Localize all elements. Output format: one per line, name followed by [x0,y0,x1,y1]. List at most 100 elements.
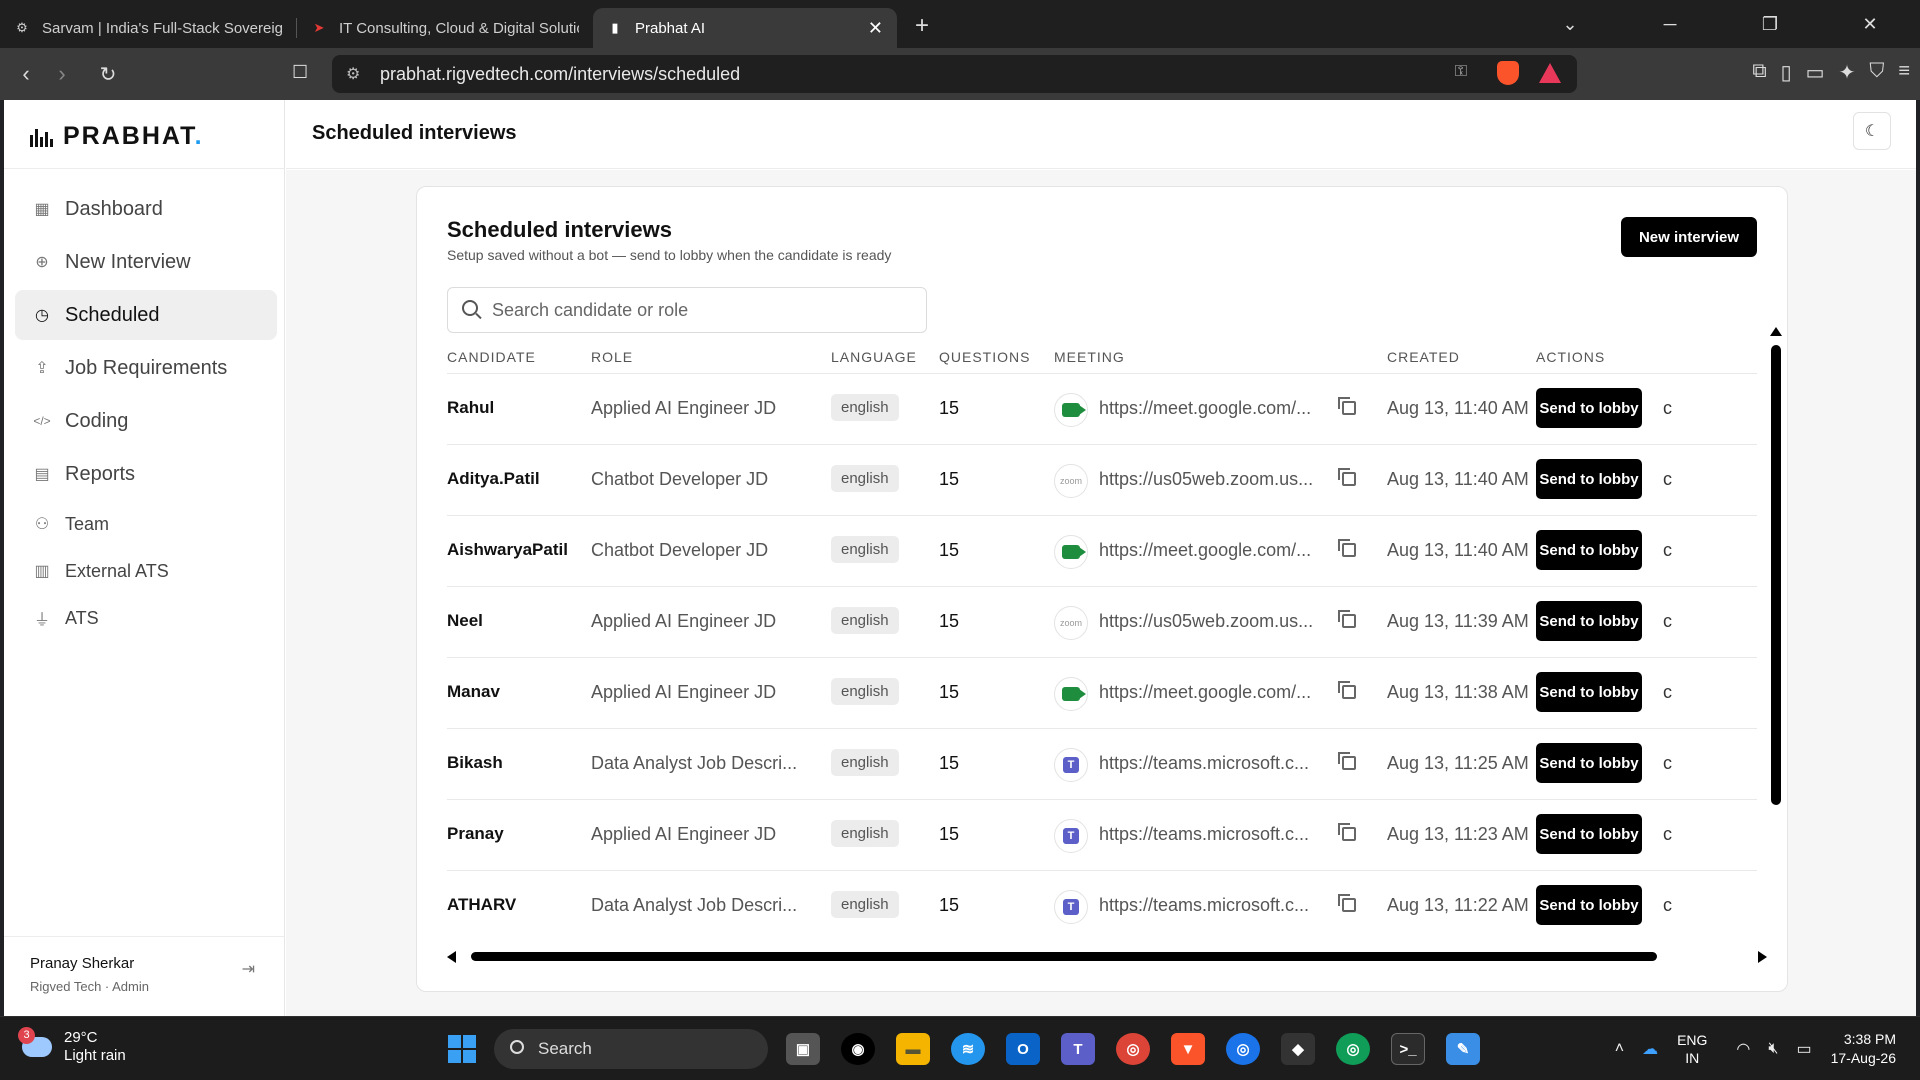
extensions-icon[interactable]: ⧉ [1752,60,1766,85]
send-to-lobby-button[interactable]: Send to lobby [1536,885,1642,925]
cube-icon[interactable]: ◆ [1281,1033,1315,1065]
new-tab-button[interactable]: + [915,12,929,40]
reload-icon[interactable]: ↻ [90,62,126,87]
tab-prabhat[interactable]: ▮ Prabhat AI ✕ [593,8,897,48]
paint-icon[interactable]: ✎ [1446,1033,1480,1065]
more-actions-icon[interactable]: c [1663,469,1672,490]
terminal-icon[interactable]: >_ [1391,1033,1425,1065]
chrome-icon[interactable]: ◎ [1116,1033,1150,1065]
meeting-link[interactable]: https://meet.google.com/... [1099,682,1311,703]
vertical-scrollbar[interactable] [1769,327,1783,839]
send-to-lobby-button[interactable]: Send to lobby [1536,743,1642,783]
more-actions-icon[interactable]: c [1663,895,1672,916]
brand[interactable]: PRABHAT. [30,122,204,151]
meeting-link[interactable]: https://meet.google.com/... [1099,398,1311,419]
meeting-link[interactable]: https://us05web.zoom.us... [1099,611,1313,632]
tab-sarvam[interactable]: ⚙ Sarvam | India's Full-Stack Sovereign [0,8,296,48]
outlook-icon[interactable]: O [1006,1033,1040,1065]
more-actions-icon[interactable]: c [1663,682,1672,703]
theme-toggle-button[interactable]: ☾ [1853,112,1891,150]
send-to-lobby-button[interactable]: Send to lobby [1536,601,1642,641]
send-to-lobby-button[interactable]: Send to lobby [1536,814,1642,854]
copy-icon[interactable] [1338,681,1356,699]
meeting-link[interactable]: https://meet.google.com/... [1099,540,1311,561]
more-actions-icon[interactable]: c [1663,540,1672,561]
address-bar[interactable]: ⚙ prabhat.rigvedtech.com/interviews/sche… [332,55,1577,93]
password-key-icon[interactable]: ⚿ [1455,63,1467,81]
sidebar-item-job-requirements[interactable]: ⇪ Job Requirements [15,343,277,393]
copy-icon[interactable] [1338,752,1356,770]
more-actions-icon[interactable]: c [1663,753,1672,774]
new-interview-button[interactable]: New interview [1621,217,1757,257]
logout-icon[interactable]: ⇥ [242,959,255,979]
chevron-up-icon[interactable]: ˄ [1615,1040,1624,1058]
scroll-up-icon[interactable] [1770,327,1782,336]
copy-icon[interactable] [1338,397,1356,415]
more-actions-icon[interactable]: c [1663,824,1672,845]
more-actions-icon[interactable]: c [1663,611,1672,632]
send-to-lobby-button[interactable]: Send to lobby [1536,459,1642,499]
docker-icon[interactable]: ≋ [951,1033,985,1065]
clock[interactable]: 3:38 PM 17-Aug-26 [1831,1030,1896,1068]
sidebar-toggle-icon[interactable]: ▯ [1781,60,1792,85]
copy-icon[interactable] [1338,610,1356,628]
horizontal-scrollbar[interactable] [447,947,1767,965]
back-icon[interactable]: ‹ [8,61,44,87]
onedrive-icon[interactable]: ☁ [1642,1039,1658,1059]
taskbar-search[interactable]: Search [494,1029,768,1069]
tab-search-icon[interactable]: ⌄ [1520,14,1620,35]
brave-rewards-icon[interactable] [1539,63,1561,83]
sidebar-item-dashboard[interactable]: ▦ Dashboard [15,184,277,234]
copy-icon[interactable] [1338,468,1356,486]
brave-icon[interactable]: ▼ [1171,1033,1205,1065]
sidebar-item-new-interview[interactable]: ⊕ New Interview [15,237,277,287]
weather-widget[interactable]: 3 29°C Light rain [18,1027,126,1065]
github-icon[interactable]: ◉ [841,1033,875,1065]
send-to-lobby-button[interactable]: Send to lobby [1536,530,1642,570]
send-to-lobby-button[interactable]: Send to lobby [1536,388,1642,428]
tab-rigved[interactable]: ➤ IT Consulting, Cloud & Digital Solutio [297,8,593,48]
scrollbar-thumb[interactable] [1771,345,1781,805]
wallet-icon[interactable]: ▭ [1806,60,1825,85]
meeting-link[interactable]: https://teams.microsoft.c... [1099,824,1309,845]
meeting-link[interactable]: https://teams.microsoft.c... [1099,895,1309,916]
chrome-dev-icon[interactable]: ◎ [1226,1033,1260,1065]
teams-icon[interactable]: T [1061,1033,1095,1065]
sidebar-item-ats[interactable]: ⏚ ATS [15,596,277,640]
meeting-link[interactable]: https://teams.microsoft.c... [1099,753,1309,774]
vpn-icon[interactable]: ⛉ [1869,60,1884,85]
task-view-icon[interactable]: ▣ [786,1033,820,1065]
restore-icon[interactable]: ❐ [1720,14,1820,35]
wifi-icon[interactable]: ◠ [1736,1039,1750,1059]
sidebar-item-scheduled[interactable]: ◷ Scheduled [15,290,277,340]
battery-icon[interactable]: ▭ [1796,1039,1811,1059]
close-window-icon[interactable]: ✕ [1820,14,1920,35]
scroll-right-icon[interactable] [1758,951,1767,963]
start-button[interactable] [448,1035,476,1063]
file-explorer-icon[interactable]: ▬ [896,1033,930,1065]
minimize-icon[interactable]: ─ [1620,14,1720,35]
copy-icon[interactable] [1338,894,1356,912]
scrollbar-thumb[interactable] [471,952,1657,961]
sidebar-item-coding[interactable]: </> Coding [15,396,277,446]
site-settings-icon[interactable]: ⚙ [346,64,360,84]
sidebar-item-reports[interactable]: ▤ Reports [15,449,277,499]
menu-icon[interactable]: ≡ [1898,60,1910,85]
sidebar-item-external-ats[interactable]: ▥ External ATS [15,549,277,593]
copy-icon[interactable] [1338,823,1356,841]
language-indicator[interactable]: ENG IN [1677,1031,1707,1067]
chrome-canary-icon[interactable]: ◎ [1336,1033,1370,1065]
sidebar-item-team[interactable]: ⚇ Team [15,502,277,546]
send-to-lobby-button[interactable]: Send to lobby [1536,672,1642,712]
meeting-link[interactable]: https://us05web.zoom.us... [1099,469,1313,490]
volume-muted-icon[interactable]: 🔇︎ [1768,1040,1778,1058]
more-actions-icon[interactable]: c [1663,398,1672,419]
leo-ai-icon[interactable]: ✦ [1839,60,1856,85]
forward-icon[interactable]: › [44,61,80,87]
search-input[interactable]: Search candidate or role [447,287,927,333]
copy-icon[interactable] [1338,539,1356,557]
brave-shields-icon[interactable] [1497,61,1519,85]
scroll-left-icon[interactable] [447,951,456,963]
bookmark-icon[interactable]: ☐ [292,62,308,83]
close-tab-icon[interactable]: ✕ [868,18,883,39]
